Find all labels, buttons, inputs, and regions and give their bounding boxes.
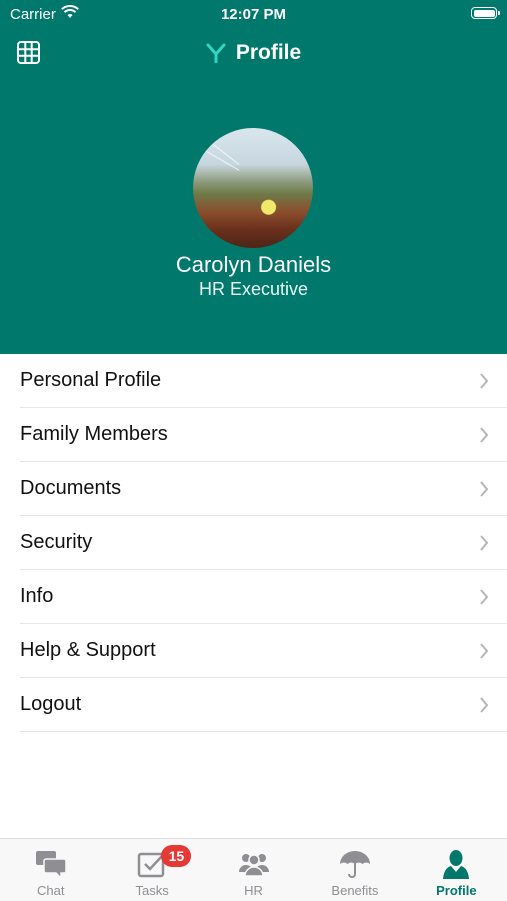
menu-item-label: Help & Support	[20, 639, 156, 661]
menu-item-logout[interactable]: Logout	[20, 678, 507, 732]
chevron-right-icon	[480, 373, 489, 389]
tab-label: Profile	[436, 883, 477, 898]
menu-item-label: Security	[20, 531, 93, 553]
chevron-right-icon	[480, 535, 489, 551]
hr-icon	[238, 854, 269, 877]
menu-item-label: Family Members	[20, 423, 168, 445]
tab-bar: Chat 15 Tasks HR Benefits Profile	[0, 838, 507, 901]
tab-benefits[interactable]: Benefits	[304, 839, 405, 901]
menu-item-label: Info	[20, 585, 54, 607]
tab-label: Tasks	[135, 883, 169, 898]
nav-bar: Profile	[0, 38, 507, 68]
menu-item-label: Logout	[20, 693, 82, 715]
tab-hr[interactable]: HR	[203, 839, 304, 901]
chevron-right-icon	[480, 697, 489, 713]
menu-item-documents[interactable]: Documents	[20, 462, 507, 516]
tab-tasks[interactable]: 15 Tasks	[101, 839, 202, 901]
person-icon	[443, 850, 470, 879]
menu-item-personal-profile[interactable]: Personal Profile	[20, 354, 507, 408]
menu-item-info[interactable]: Info	[20, 570, 507, 624]
menu-item-label: Personal Profile	[20, 369, 162, 391]
chevron-right-icon	[480, 589, 489, 605]
chevron-right-icon	[480, 643, 489, 659]
avatar[interactable]	[193, 128, 313, 248]
tab-label: Chat	[36, 883, 65, 898]
menu-item-security[interactable]: Security	[20, 516, 507, 570]
chevron-right-icon	[480, 481, 489, 497]
umbrella-icon	[339, 851, 370, 878]
profile-menu: Personal Profile Family Members Document…	[0, 354, 507, 732]
menu-item-label: Documents	[20, 477, 122, 499]
user-role: HR Executive	[198, 279, 309, 299]
user-name: Carolyn Daniels	[175, 252, 332, 277]
battery-icon	[471, 7, 500, 19]
profile-header: Carrier 12:07 PM Profile Carolyn Daniels…	[0, 0, 507, 354]
menu-item-family-members[interactable]: Family Members	[20, 408, 507, 462]
status-bar: Carrier 12:07 PM	[0, 0, 507, 28]
tab-label: Benefits	[331, 883, 379, 898]
tab-label: HR	[244, 883, 263, 898]
status-time: 12:07 PM	[220, 6, 287, 23]
y-logo-icon	[206, 43, 226, 63]
chevron-right-icon	[480, 427, 489, 443]
tab-chat[interactable]: Chat	[0, 839, 101, 901]
menu-item-help-support[interactable]: Help & Support	[20, 624, 507, 678]
page-title: Profile	[235, 41, 302, 64]
chat-icon	[35, 851, 67, 880]
tab-profile[interactable]: Profile	[406, 839, 507, 901]
tasks-badge: 15	[161, 845, 192, 867]
